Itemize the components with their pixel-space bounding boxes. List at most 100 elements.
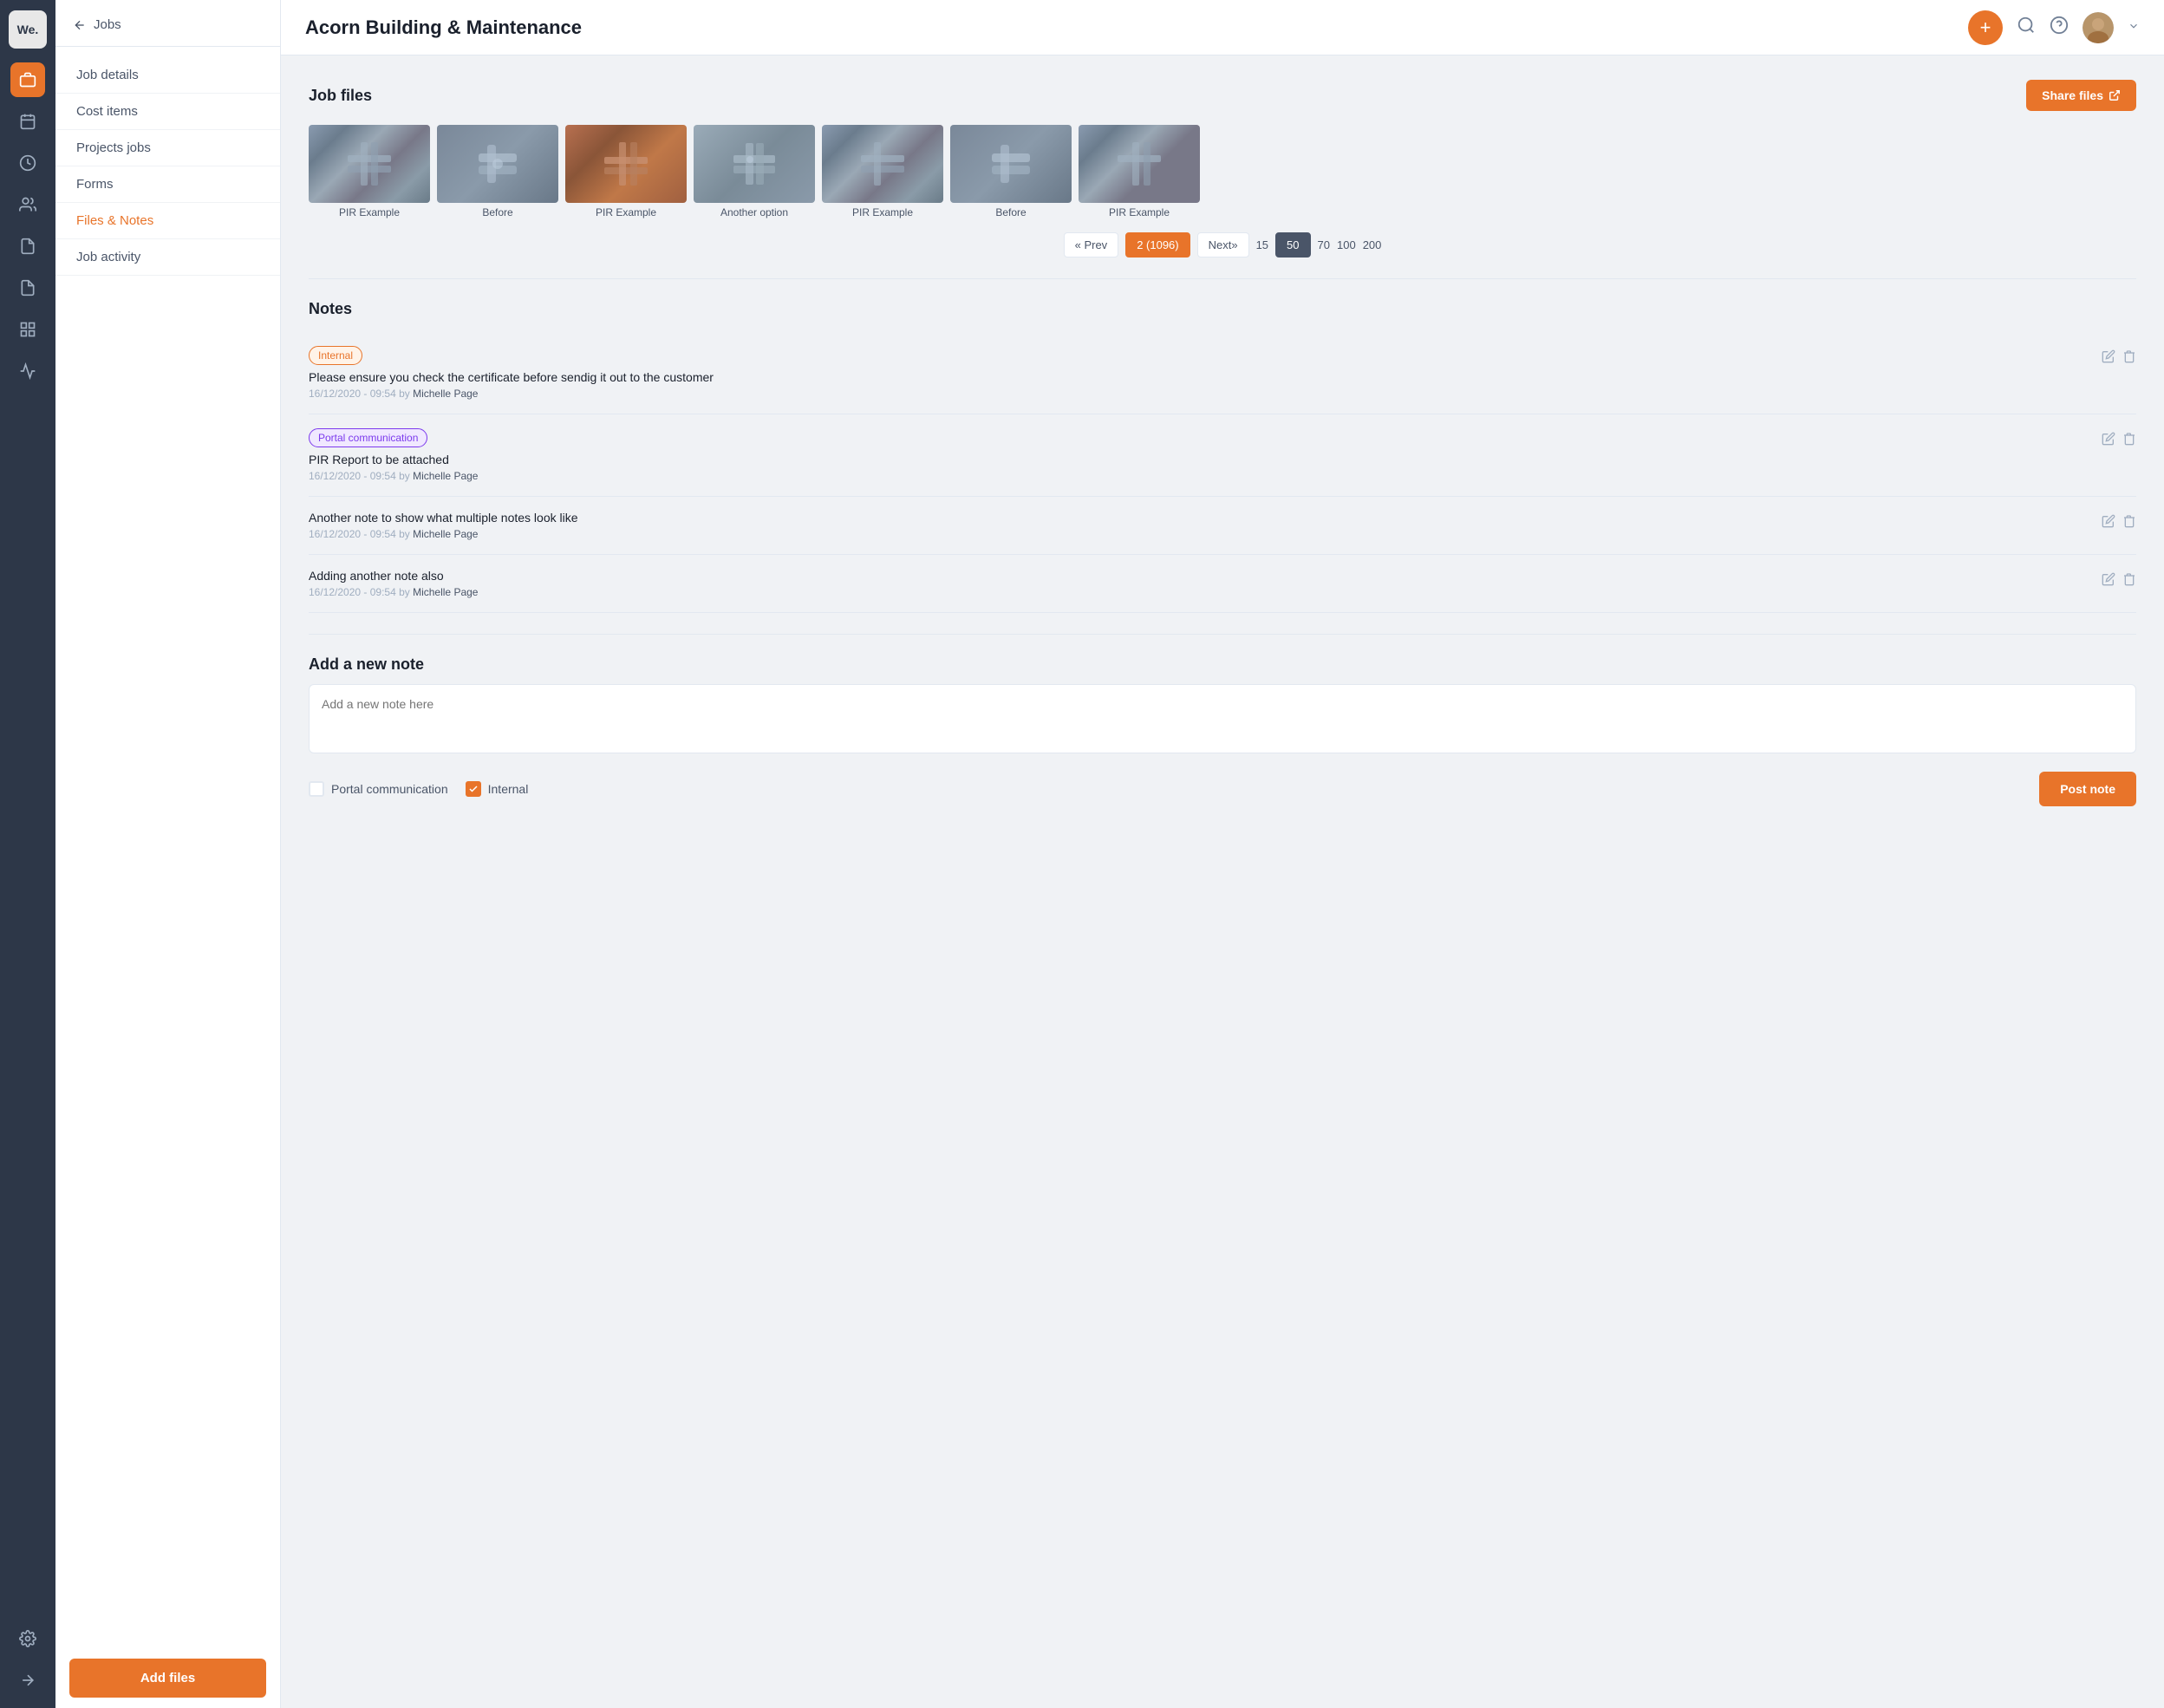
- note-actions: [2102, 346, 2136, 368]
- gallery-label: PIR Example: [822, 206, 943, 218]
- current-page-button[interactable]: 2 (1096): [1125, 232, 1190, 258]
- page-size-100[interactable]: 100: [1337, 238, 1356, 251]
- sidebar-item-files-notes[interactable]: Files & Notes: [55, 203, 280, 239]
- note-author: Michelle Page: [413, 528, 478, 540]
- prev-page-button[interactable]: « Prev: [1064, 232, 1119, 258]
- delete-note-icon[interactable]: [2122, 349, 2136, 368]
- chart-icon[interactable]: [10, 354, 45, 388]
- note-item: Another note to show what multiple notes…: [309, 497, 2136, 555]
- avatar[interactable]: [2083, 12, 2114, 43]
- note-text: Adding another note also: [309, 569, 2102, 583]
- gallery-item[interactable]: PIR Example: [309, 125, 430, 218]
- add-button[interactable]: +: [1968, 10, 2003, 45]
- note-content: Another note to show what multiple notes…: [309, 511, 2102, 540]
- top-header: Acorn Building & Maintenance +: [281, 0, 2164, 55]
- gallery-item[interactable]: PIR Example: [565, 125, 687, 218]
- note-actions: [2102, 511, 2136, 532]
- note-item: Internal Please ensure you check the cer…: [309, 332, 2136, 414]
- header-actions: +: [1968, 10, 2140, 45]
- search-icon[interactable]: [2017, 16, 2036, 40]
- content-area: Job files Share files: [281, 55, 2164, 1708]
- gallery-item[interactable]: PIR Example: [822, 125, 943, 218]
- note-content: Portal communication PIR Report to be at…: [309, 428, 2102, 482]
- chevron-down-icon[interactable]: [2128, 17, 2140, 37]
- add-note-section: Add a new note Portal communication Inte…: [309, 655, 2136, 806]
- icon-rail: We.: [0, 0, 55, 1708]
- portal-label: Portal communication: [331, 782, 448, 796]
- back-label: Jobs: [94, 17, 121, 32]
- add-files-button[interactable]: Add files: [69, 1659, 266, 1698]
- back-to-jobs[interactable]: Jobs: [55, 0, 280, 47]
- users-icon[interactable]: [10, 187, 45, 222]
- section-divider-2: [309, 634, 2136, 635]
- pipe-decoration4: [728, 138, 780, 190]
- sidebar-item-cost-items[interactable]: Cost items: [55, 94, 280, 130]
- note-actions: [2102, 569, 2136, 590]
- note-text: Another note to show what multiple notes…: [309, 511, 2102, 525]
- portal-communication-checkbox[interactable]: Portal communication: [309, 781, 448, 797]
- page-size-50-button[interactable]: 50: [1275, 232, 1310, 258]
- settings-icon[interactable]: [10, 1621, 45, 1656]
- pipe-decoration5: [857, 138, 909, 190]
- edit-note-icon[interactable]: [2102, 349, 2115, 368]
- note-content: Internal Please ensure you check the cer…: [309, 346, 2102, 400]
- page-size-70[interactable]: 70: [1318, 238, 1330, 251]
- help-icon[interactable]: [2050, 16, 2069, 40]
- back-arrow-icon: [73, 18, 87, 32]
- share-files-button[interactable]: Share files: [2026, 80, 2136, 111]
- image-gallery: PIR Example Before: [309, 125, 2136, 218]
- portal-checkbox-box[interactable]: [309, 781, 324, 797]
- page-size-15[interactable]: 15: [1256, 238, 1268, 251]
- gallery-label: PIR Example: [1079, 206, 1200, 218]
- note-author: Michelle Page: [413, 586, 478, 598]
- share-icon: [2109, 89, 2121, 101]
- post-note-button[interactable]: Post note: [2039, 772, 2136, 806]
- document-icon[interactable]: [10, 271, 45, 305]
- add-note-title: Add a new note: [309, 655, 2136, 674]
- gallery-item[interactable]: Before: [950, 125, 1072, 218]
- briefcase-icon[interactable]: [10, 62, 45, 97]
- gallery-item[interactable]: Another option: [694, 125, 815, 218]
- edit-note-icon[interactable]: [2102, 514, 2115, 532]
- edit-note-icon[interactable]: [2102, 572, 2115, 590]
- gallery-label: Another option: [694, 206, 815, 218]
- report-icon[interactable]: [10, 229, 45, 264]
- notes-title: Notes: [309, 300, 2136, 318]
- gallery-image: [565, 125, 687, 203]
- delete-note-icon[interactable]: [2122, 514, 2136, 532]
- note-textarea[interactable]: [309, 684, 2136, 753]
- main-area: Acorn Building & Maintenance +: [281, 0, 2164, 1708]
- pipe-decoration3: [600, 138, 652, 190]
- sidebar-item-job-details[interactable]: Job details: [55, 57, 280, 94]
- note-meta: 16/12/2020 - 09:54 by Michelle Page: [309, 470, 2102, 482]
- gallery-item[interactable]: PIR Example: [1079, 125, 1200, 218]
- job-files-header: Job files Share files: [309, 80, 2136, 111]
- arrow-right-icon[interactable]: [10, 1663, 45, 1698]
- pipe-decoration6: [985, 138, 1037, 190]
- sidebar-item-projects-jobs[interactable]: Projects jobs: [55, 130, 280, 166]
- pipe-decoration7: [1113, 138, 1165, 190]
- internal-checkbox-box[interactable]: [466, 781, 481, 797]
- note-tag-portal: Portal communication: [309, 428, 427, 447]
- next-page-button[interactable]: Next»: [1197, 232, 1249, 258]
- grid-icon[interactable]: [10, 312, 45, 347]
- gallery-item[interactable]: Before: [437, 125, 558, 218]
- gallery-image: [950, 125, 1072, 203]
- delete-note-icon[interactable]: [2122, 572, 2136, 590]
- sidebar-item-forms[interactable]: Forms: [55, 166, 280, 203]
- clock-icon[interactable]: [10, 146, 45, 180]
- sidebar-item-job-activity[interactable]: Job activity: [55, 239, 280, 276]
- pagination: « Prev 2 (1096) Next» 15 50 70 100 200: [309, 232, 2136, 258]
- gallery-image: [309, 125, 430, 203]
- app-logo[interactable]: We.: [9, 10, 47, 49]
- page-title: Acorn Building & Maintenance: [305, 16, 582, 39]
- page-size-200[interactable]: 200: [1363, 238, 1382, 251]
- edit-note-icon[interactable]: [2102, 432, 2115, 450]
- internal-checkbox[interactable]: Internal: [466, 781, 529, 797]
- note-tag-internal: Internal: [309, 346, 362, 365]
- note-text: Please ensure you check the certificate …: [309, 370, 2102, 384]
- calendar-icon[interactable]: [10, 104, 45, 139]
- delete-note-icon[interactable]: [2122, 432, 2136, 450]
- checkmark-icon: [468, 784, 479, 794]
- pipe-decoration: [343, 138, 395, 190]
